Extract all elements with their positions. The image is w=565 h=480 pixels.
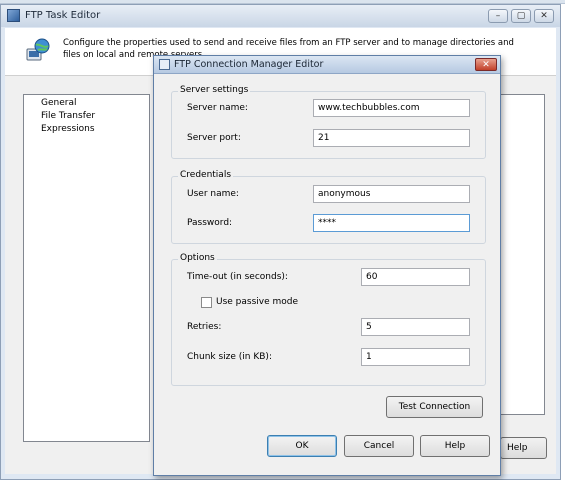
close-button[interactable]: ✕: [534, 9, 554, 23]
timeout-input[interactable]: 60: [361, 268, 470, 286]
dialog-title: FTP Connection Manager Editor: [174, 59, 324, 70]
globe-computer-icon: [26, 38, 50, 61]
nav-item-expressions[interactable]: Expressions: [41, 124, 95, 134]
retries-label: Retries:: [187, 322, 222, 332]
password-input[interactable]: ****: [313, 214, 470, 232]
server-settings-group: Server settings Server name: www.techbub…: [171, 85, 486, 159]
connection-manager-icon: [159, 59, 170, 70]
server-port-label: Server port:: [187, 133, 241, 143]
user-name-input[interactable]: anonymous: [313, 185, 470, 203]
credentials-title: Credentials: [178, 170, 234, 180]
minimize-button[interactable]: –: [488, 9, 508, 23]
server-port-input[interactable]: 21: [313, 129, 470, 147]
credentials-group: Credentials User name: anonymous Passwor…: [171, 170, 486, 244]
dialog-title-bar: FTP Connection Manager Editor ✕: [154, 56, 500, 74]
options-group: Options Time-out (in seconds): 60 Use pa…: [171, 253, 486, 386]
user-name-label: User name:: [187, 189, 239, 199]
title-bar: FTP Task Editor – ▢ ✕: [1, 5, 560, 27]
cancel-button[interactable]: Cancel: [344, 435, 414, 457]
retries-input[interactable]: 5: [361, 318, 470, 336]
nav-item-general[interactable]: General: [41, 98, 76, 108]
ok-button[interactable]: OK: [267, 435, 337, 457]
server-name-input[interactable]: www.techbubbles.com: [313, 99, 470, 117]
timeout-label: Time-out (in seconds):: [187, 272, 288, 282]
dialog-help-button[interactable]: Help: [420, 435, 490, 457]
server-settings-title: Server settings: [178, 85, 251, 95]
nav-panel: General File Transfer Expressions: [23, 94, 150, 442]
ftp-connection-manager-dialog: FTP Connection Manager Editor ✕ Server s…: [153, 55, 501, 476]
passive-mode-checkbox[interactable]: [201, 297, 212, 308]
chunk-size-label: Chunk size (in KB):: [187, 352, 272, 362]
password-label: Password:: [187, 218, 233, 228]
options-title: Options: [178, 253, 217, 263]
nav-item-file-transfer[interactable]: File Transfer: [41, 111, 95, 121]
ftp-task-icon: [7, 9, 20, 22]
test-connection-button[interactable]: Test Connection: [386, 396, 483, 418]
window-title: FTP Task Editor: [25, 10, 101, 21]
server-name-label: Server name:: [187, 103, 248, 113]
dialog-close-button[interactable]: ✕: [475, 58, 497, 71]
passive-mode-label: Use passive mode: [216, 297, 299, 307]
maximize-button[interactable]: ▢: [511, 9, 531, 23]
chunk-size-input[interactable]: 1: [361, 348, 470, 366]
help-button[interactable]: Help: [500, 437, 547, 459]
